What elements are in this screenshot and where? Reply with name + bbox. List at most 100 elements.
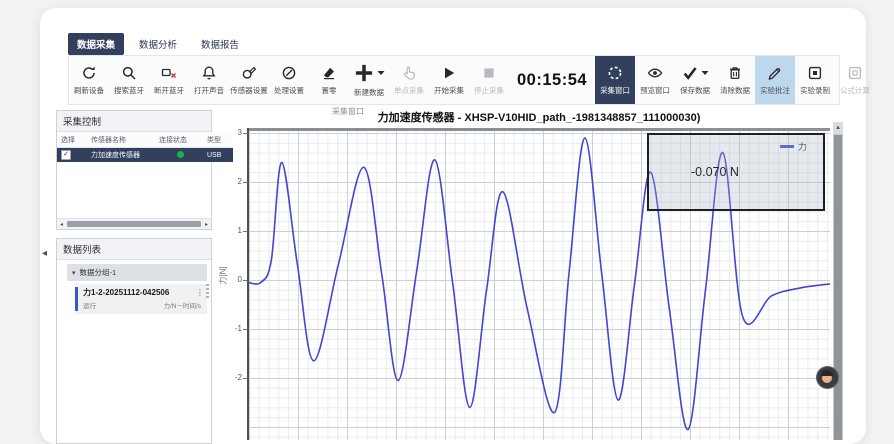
sensor-settings-icon	[241, 65, 258, 82]
data-item-accent-bar	[75, 287, 78, 311]
y-tick-label: -2	[220, 373, 242, 382]
y-axis-title: 力[N]	[218, 266, 229, 284]
scroll-right-icon[interactable]: ▸	[202, 221, 211, 228]
panel-splitter-handle[interactable]	[206, 284, 209, 300]
tab-data-analysis[interactable]: 数据分析	[130, 33, 186, 55]
sensor-col-header: 选择	[57, 132, 87, 148]
toolbar-button-label: 刷新设备	[74, 85, 104, 96]
toolbar-button-label: 停止采集	[474, 85, 504, 96]
collect-control-panel: 采集控制 选择传感器名称连接状态类型✓力加速度传感器USB ◂ ▸	[56, 110, 212, 230]
kebab-menu-icon[interactable]: ⋮	[196, 288, 204, 297]
tab-data-collection[interactable]: 数据采集	[68, 33, 124, 55]
toolbar-button-label: 开始采集	[434, 85, 464, 96]
toolbar-button-label: 公式计算	[840, 85, 870, 96]
sensor-table: 选择传感器名称连接状态类型✓力加速度传感器USB	[57, 132, 233, 162]
main-tab-bar: 数据采集数据分析数据报告	[68, 33, 248, 55]
avatar-hair	[821, 370, 833, 376]
plus-button[interactable]: 新建数据	[349, 56, 389, 104]
toolbar-button-label: 打开声音	[194, 85, 224, 96]
check-button[interactable]: 保存数据	[675, 56, 715, 104]
eye-icon	[647, 65, 664, 82]
search-icon	[121, 65, 138, 82]
sensor-table-hscrollbar[interactable]: ◂ ▸	[57, 218, 211, 229]
data-item-axes-label: 力/N－时间/s	[163, 300, 201, 310]
eye-button[interactable]: 预览窗口	[635, 56, 675, 104]
trash-button[interactable]: 清除数据	[715, 56, 755, 104]
collection-timer: 00:15:54	[509, 56, 595, 104]
data-group-row[interactable]: ▾ 数据分组-1	[67, 264, 207, 281]
sidebar-collapse-icon[interactable]: ◂	[42, 248, 47, 259]
page-background: { "app": {"accent_dark": "#32405e", "acc…	[0, 0, 894, 420]
toolbar-button-label: 搜索蓝牙	[114, 85, 144, 96]
data-item-status: 运行	[83, 300, 96, 310]
bluetooth-disconnect-button[interactable]: 断开蓝牙	[149, 56, 189, 104]
vscroll-thumb[interactable]	[834, 135, 842, 440]
toolbar-button-label: 新建数据	[354, 87, 384, 98]
y-tick-label: 1	[220, 226, 242, 235]
toolbar-button-label: 实验批注	[760, 85, 790, 96]
dial-button[interactable]: 处理设置	[269, 56, 309, 104]
toolbar-button-label: 预览窗口	[640, 85, 670, 96]
toolbar-button-label: 断开蓝牙	[154, 85, 184, 96]
bell-button[interactable]: 打开声音	[189, 56, 229, 104]
record-button[interactable]: 实验录制	[795, 56, 835, 104]
data-item-title: 力1-2-20251112-042506	[83, 287, 201, 298]
formula-button[interactable]: 公式计算	[835, 56, 875, 104]
connection-status-dot	[177, 151, 184, 158]
dashed-circle-icon	[607, 65, 624, 82]
annotate-icon	[767, 65, 784, 82]
stop-button[interactable]: 停止采集	[469, 56, 509, 104]
chart-vertical-scrollbar[interactable]: ▲	[833, 122, 843, 440]
measurement-annotation: -0.070 N	[691, 165, 739, 179]
y-tick-label: 2	[220, 177, 242, 186]
plus-icon	[354, 63, 375, 84]
eraser-icon	[321, 65, 338, 82]
chevron-down-icon[interactable]: ▾	[72, 269, 76, 277]
sensor-settings-button[interactable]: 传感器设置	[229, 56, 269, 104]
dashed-circle-button[interactable]: 采集窗口	[595, 56, 635, 104]
sensor-name: 力加速度传感器	[87, 148, 155, 163]
refresh-icon	[81, 65, 98, 82]
sensor-type: USB	[203, 148, 233, 163]
toolbar-button-label: 采集窗口	[600, 85, 630, 96]
caret-down-icon[interactable]	[701, 70, 709, 76]
eraser-button[interactable]: 置零	[309, 56, 349, 104]
data-list-panel: 数据列表 ▾ 数据分组-1 力1-2-20251112-042506 运行 力/…	[56, 238, 212, 444]
sensor-col-header: 连接状态	[155, 132, 203, 148]
toolbar-button-label: 处理设置	[274, 85, 304, 96]
toolbar: 刷新设备搜索蓝牙断开蓝牙打开声音传感器设置处理设置 置零 新建数据单点采集开始采集停…	[68, 55, 840, 105]
scroll-up-icon[interactable]: ▲	[833, 122, 843, 134]
trash-icon	[727, 65, 744, 82]
bell-icon	[201, 65, 218, 82]
toolbar-button-label: 传感器设置	[230, 85, 268, 96]
zoom-selection-box[interactable]: -0.070 N	[647, 133, 825, 211]
sensor-col-header: 传感器名称	[87, 132, 155, 148]
play-icon	[441, 65, 458, 82]
bluetooth-disconnect-icon	[161, 65, 178, 82]
assistant-avatar-button[interactable]	[816, 366, 839, 389]
toolbar-button-label: 置零	[322, 85, 337, 96]
data-group-label: 数据分组-1	[80, 267, 117, 278]
dial-icon	[281, 65, 298, 82]
formula-icon	[847, 65, 864, 82]
search-button[interactable]: 搜索蓝牙	[109, 56, 149, 104]
sensor-row[interactable]: ✓ 力加速度传感器 USB	[57, 148, 233, 163]
hand-point-button[interactable]: 单点采集	[389, 56, 429, 104]
y-tick-label: -1	[220, 324, 242, 333]
record-icon	[807, 65, 824, 82]
caret-down-icon[interactable]	[377, 70, 385, 76]
data-item[interactable]: 力1-2-20251112-042506 运行 力/N－时间/s ⋮	[75, 284, 207, 314]
play-button[interactable]: 开始采集	[429, 56, 469, 104]
annotate-button[interactable]: 实验批注	[755, 56, 795, 104]
sensor-checkbox[interactable]: ✓	[61, 150, 71, 160]
hscroll-thumb[interactable]	[67, 221, 201, 227]
tab-data-report[interactable]: 数据报告	[192, 33, 248, 55]
refresh-button[interactable]: 刷新设备	[69, 56, 109, 104]
check-icon	[682, 65, 699, 82]
data-list-title: 数据列表	[57, 239, 211, 260]
stop-icon	[481, 65, 498, 82]
toolbar-button-label: 单点采集	[394, 85, 424, 96]
y-tick-label: 3	[220, 128, 242, 137]
scroll-left-icon[interactable]: ◂	[57, 221, 66, 228]
toolbar-button-label: 保存数据	[680, 85, 710, 96]
